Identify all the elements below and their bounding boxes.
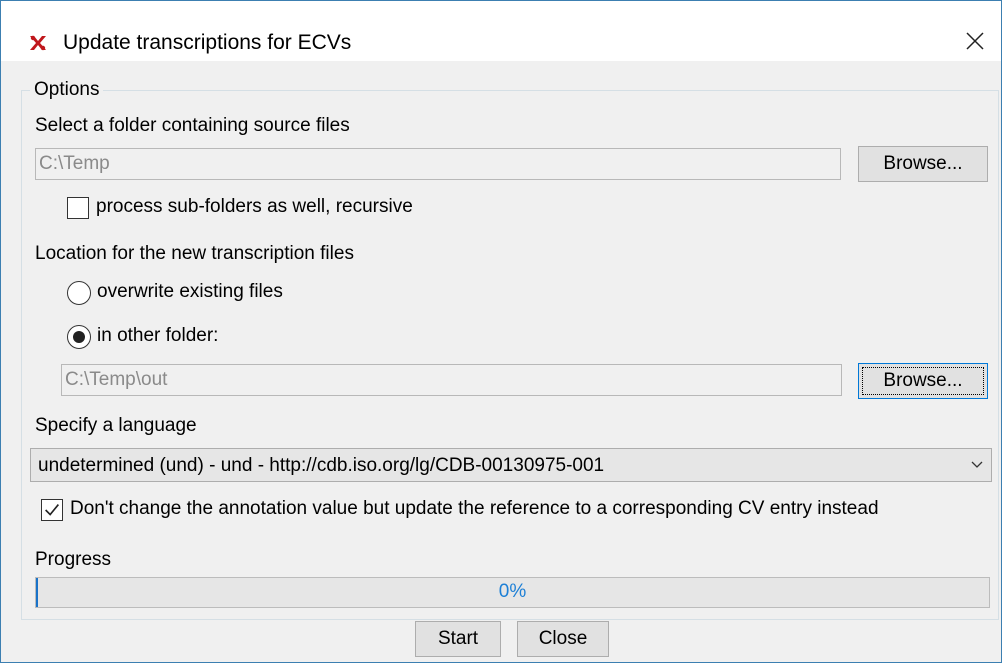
close-icon[interactable]: [957, 23, 993, 59]
dialog-window: Update transcriptions for ECVs Options S…: [0, 0, 1002, 663]
overwrite-radio[interactable]: [67, 281, 91, 305]
window-title: Update transcriptions for ECVs: [63, 31, 352, 54]
cv-reference-label: Don't change the annotation value but up…: [70, 498, 879, 519]
checkmark-icon: [45, 504, 59, 516]
browse-source-button[interactable]: Browse...: [858, 146, 988, 182]
cv-reference-checkbox[interactable]: [41, 499, 63, 521]
other-folder-label: in other folder:: [97, 325, 219, 346]
location-label: Location for the new transcription files: [35, 243, 354, 264]
language-label: Specify a language: [35, 415, 197, 436]
recursive-label: process sub-folders as well, recursive: [96, 196, 413, 217]
elan-x-icon: [30, 35, 46, 51]
recursive-checkbox[interactable]: [67, 197, 89, 219]
language-select[interactable]: undetermined (und) - und - http://cdb.is…: [30, 448, 992, 482]
radio-selected-dot: [73, 331, 85, 343]
options-legend: Options: [30, 79, 104, 101]
output-folder-field[interactable]: [61, 364, 842, 396]
overwrite-label: overwrite existing files: [97, 281, 283, 302]
browse-output-button[interactable]: Browse...: [858, 363, 988, 399]
title-bar: Update transcriptions for ECVs: [1, 1, 1001, 61]
close-button[interactable]: Close: [517, 621, 609, 657]
progress-label: Progress: [35, 549, 112, 570]
progress-percent: 0%: [498, 581, 527, 602]
source-folder-label: Select a folder containing source files: [35, 115, 350, 136]
progress-bar: 0%: [35, 577, 990, 608]
language-select-value: undetermined (und) - und - http://cdb.is…: [38, 455, 605, 476]
other-folder-radio[interactable]: [67, 325, 91, 349]
chevron-down-icon: [971, 461, 983, 468]
focus-ring: [862, 367, 984, 395]
source-folder-field[interactable]: [35, 148, 841, 180]
dialog-content: Options Select a folder containing sourc…: [1, 61, 1001, 662]
start-button[interactable]: Start: [415, 621, 501, 657]
